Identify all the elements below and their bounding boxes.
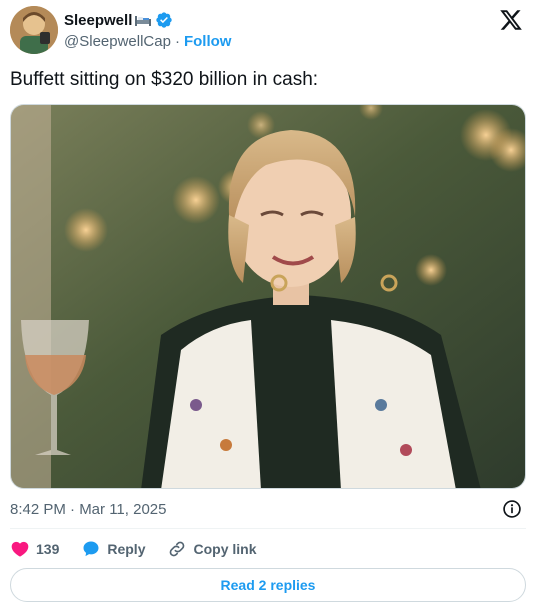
info-icon[interactable] bbox=[502, 499, 522, 519]
reply-label: Reply bbox=[107, 541, 146, 557]
like-count: 139 bbox=[36, 541, 60, 557]
tweet-text: Buffett sitting on $320 billion in cash: bbox=[10, 69, 319, 90]
reply-bubble-icon bbox=[83, 541, 99, 557]
tweet-meta: 8:42 PM · Mar 11, 2025 bbox=[10, 498, 526, 520]
read-replies-button[interactable]: Read 2 replies bbox=[10, 568, 526, 602]
x-logo-icon[interactable] bbox=[499, 8, 523, 32]
tweet-actions: 139 Reply Copy link bbox=[10, 538, 279, 560]
tweet-media-image[interactable] bbox=[10, 104, 526, 489]
follow-button[interactable]: Follow bbox=[184, 33, 232, 50]
heart-icon bbox=[11, 541, 29, 557]
verified-badge-icon bbox=[155, 11, 173, 29]
author-avatar[interactable] bbox=[10, 6, 58, 54]
like-button[interactable]: 139 bbox=[10, 539, 59, 559]
author-display-name[interactable]: Sleepwell bbox=[64, 12, 132, 29]
tweet-header: Sleepwell @SleepwellCap · Follow bbox=[10, 6, 527, 56]
reply-button[interactable]: Reply bbox=[81, 539, 145, 559]
copy-link-button[interactable]: Copy link bbox=[167, 539, 257, 559]
divider bbox=[10, 528, 526, 529]
bed-emoji-icon bbox=[134, 13, 152, 27]
handle-separator: · bbox=[174, 33, 180, 50]
author-handle[interactable]: @SleepwellCap bbox=[64, 33, 171, 50]
link-icon bbox=[170, 541, 185, 557]
tweet-timestamp[interactable]: 8:42 PM · Mar 11, 2025 bbox=[10, 501, 166, 518]
copy-link-label: Copy link bbox=[193, 541, 257, 557]
author-names: Sleepwell @SleepwellCap · Follow bbox=[64, 10, 232, 51]
